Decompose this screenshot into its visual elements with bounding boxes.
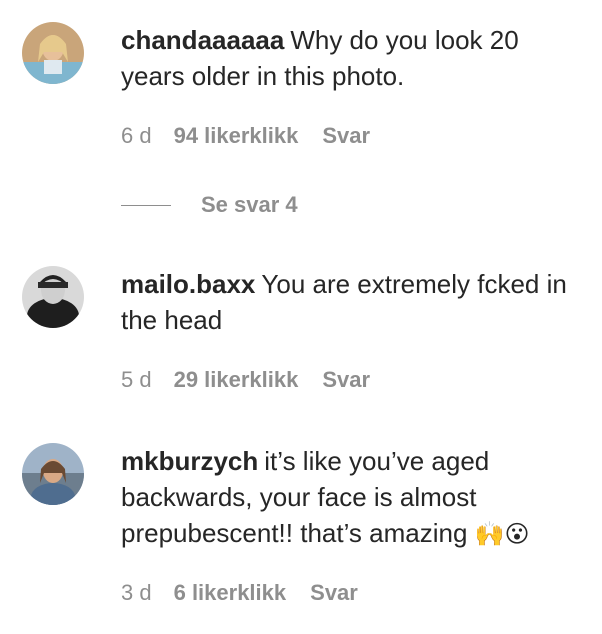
comment-username[interactable]: mkburzych xyxy=(121,446,258,476)
view-replies-label: Se svar 4 xyxy=(201,192,298,217)
reply-button[interactable]: Svar xyxy=(322,123,370,149)
comment-likes[interactable]: 29 likerklikk xyxy=(174,367,299,393)
comment-text-block: mailo.baxx You are extremely fcked in the… xyxy=(121,266,581,338)
avatar[interactable] xyxy=(22,443,84,505)
comment-body: mailo.baxx You are extremely fcked in the… xyxy=(121,266,581,338)
avatar[interactable] xyxy=(22,22,84,84)
comment-text-block: chandaaaaaa Why do you look 20 years olde… xyxy=(121,22,581,94)
comment-body: mkburzych it’s like you’ve aged backwards… xyxy=(121,443,581,552)
comment-time[interactable]: 3 d xyxy=(121,580,152,606)
comment-time[interactable]: 5 d xyxy=(121,367,152,393)
raised-hands-surprised-emoji: 🙌😮 xyxy=(474,520,530,548)
comment-likes[interactable]: 6 likerklikk xyxy=(174,580,287,606)
comment-text-block: mkburzych it’s like you’ve aged backwards… xyxy=(121,443,581,552)
comment-meta: 6 d 94 likerklikk Svar xyxy=(121,123,370,149)
replies-divider xyxy=(121,204,171,206)
comment-username[interactable]: mailo.baxx xyxy=(121,269,255,299)
reply-button[interactable]: Svar xyxy=(322,367,370,393)
avatar-image xyxy=(22,443,84,505)
comment-username[interactable]: chandaaaaaa xyxy=(121,25,284,55)
comment-time[interactable]: 6 d xyxy=(121,123,152,149)
avatar-image xyxy=(22,266,84,328)
comment-likes[interactable]: 94 likerklikk xyxy=(174,123,299,149)
reply-button[interactable]: Svar xyxy=(310,580,358,606)
view-replies-button[interactable]: Se svar 4 xyxy=(121,190,298,220)
comment-body: chandaaaaaa Why do you look 20 years olde… xyxy=(121,22,581,94)
comment-meta: 5 d 29 likerklikk Svar xyxy=(121,367,370,393)
avatar[interactable] xyxy=(22,266,84,328)
comment-meta: 3 d 6 likerklikk Svar xyxy=(121,580,358,606)
avatar-image xyxy=(22,22,84,84)
